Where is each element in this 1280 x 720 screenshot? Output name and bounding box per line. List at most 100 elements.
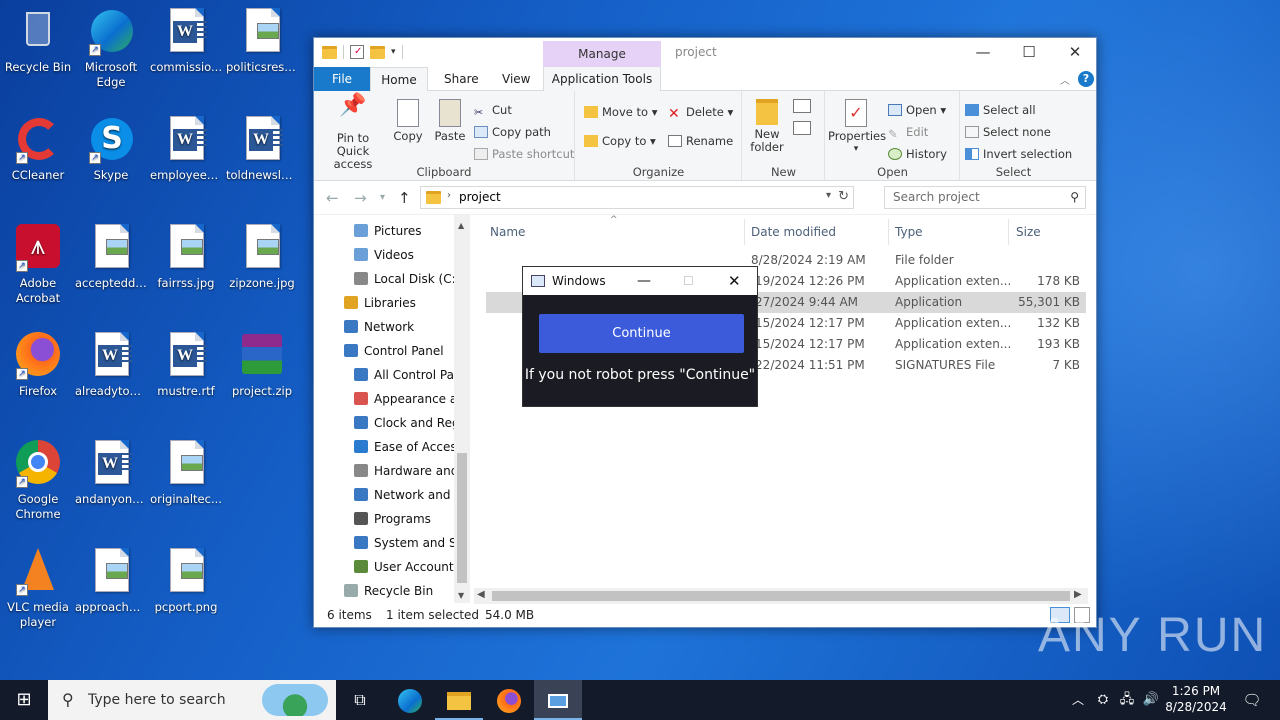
edit-button[interactable]: ✎ Edit xyxy=(888,125,928,141)
scroll-up-icon[interactable]: ▲ xyxy=(458,221,464,230)
desktop-icon-firefox[interactable]: ↗ Firefox xyxy=(0,330,76,399)
maximize-button[interactable]: ☐ xyxy=(683,267,694,295)
nav-item-control-panel[interactable]: Control Panel xyxy=(314,339,454,363)
address-bar[interactable]: › project ▾ ↻ xyxy=(420,186,854,209)
volume-icon[interactable]: 🔊 xyxy=(1140,680,1162,720)
copy-path-button[interactable]: Copy path xyxy=(474,125,551,139)
nav-item-libraries[interactable]: Libraries xyxy=(314,291,454,315)
nav-item-network-and-ir[interactable]: Network and Ir xyxy=(314,483,454,507)
desktop-icon-vlc-media-player[interactable]: ↗ VLC media player xyxy=(0,546,76,630)
breadcrumb[interactable]: project xyxy=(459,190,501,204)
collapse-ribbon-icon[interactable]: ︿ xyxy=(1060,72,1070,87)
address-dropdown-icon[interactable]: ▾ xyxy=(826,190,831,201)
forward-icon[interactable]: → xyxy=(354,189,367,207)
move-to-button[interactable]: Move to ▾ xyxy=(584,105,657,119)
desktop-icon-google-chrome[interactable]: ↗ Google Chrome xyxy=(0,438,76,522)
tab-share[interactable]: Share xyxy=(432,67,491,91)
back-icon[interactable]: ← xyxy=(326,189,339,207)
nav-item-appearance-an[interactable]: Appearance an xyxy=(314,387,454,411)
close-button[interactable]: ✕ xyxy=(728,267,741,295)
minimize-button[interactable]: — xyxy=(960,38,1006,67)
nav-item-local-disk-c[interactable]: Local Disk (C:) xyxy=(314,267,454,291)
nav-item-system-and-sec[interactable]: System and Sec xyxy=(314,531,454,555)
scroll-down-icon[interactable]: ▼ xyxy=(458,591,464,600)
desktop-icon-commissio[interactable]: Wcommissio... xyxy=(148,6,224,75)
chevron-down-icon[interactable]: ▾ xyxy=(391,47,396,57)
network-status-icon[interactable]: ⛭ xyxy=(1092,680,1114,720)
maximize-button[interactable]: ☐ xyxy=(1006,38,1052,67)
nav-item-clock-and-regi[interactable]: Clock and Regi xyxy=(314,411,454,435)
search-input[interactable]: Search project ⚲ xyxy=(884,186,1086,209)
column-header-name[interactable]: Name xyxy=(490,225,525,239)
minimize-button[interactable]: — xyxy=(637,267,651,295)
close-button[interactable]: ✕ xyxy=(1052,38,1098,67)
title-bar[interactable]: ✓ ▾ Manage project — ☐ ✕ xyxy=(314,38,1096,67)
dialog-title-bar[interactable]: Windows — ☐ ✕ xyxy=(523,267,757,295)
desktop-icon-adobe-acrobat[interactable]: ⩚ ↗ Adobe Acrobat xyxy=(0,222,76,306)
recent-chevron-icon[interactable]: ▾ xyxy=(380,192,385,203)
desktop-icon-microsoft-edge[interactable]: ↗ Microsoft Edge xyxy=(73,6,149,90)
ethernet-icon[interactable]: 🖧 xyxy=(1116,680,1138,720)
scroll-right-icon[interactable]: ▶ xyxy=(1074,589,1082,600)
navigation-pane[interactable]: Pictures Videos Local Disk (C:) Libraries Ne… xyxy=(314,215,470,603)
scroll-thumb[interactable] xyxy=(492,591,1070,601)
easy-access-icon[interactable] xyxy=(793,121,811,135)
desktop-icon-originaltec[interactable]: originaltec... xyxy=(148,438,224,507)
nav-item-programs[interactable]: Programs xyxy=(314,507,454,531)
desktop-icon-approachg[interactable]: approachg... xyxy=(73,546,149,615)
tab-home[interactable]: Home xyxy=(370,67,428,92)
column-divider[interactable] xyxy=(744,219,745,245)
new-folder-button[interactable]: New folder xyxy=(745,99,789,154)
nav-item-videos[interactable]: Videos xyxy=(314,243,454,267)
desktop-icon-andanyone[interactable]: Wandanyone... xyxy=(73,438,149,507)
select-all-button[interactable]: Select all xyxy=(965,103,1036,117)
desktop-icon-politicsreso[interactable]: politicsreso... xyxy=(224,6,300,75)
scroll-left-icon[interactable]: ◀ xyxy=(477,589,485,600)
tab-manage[interactable]: Manage xyxy=(543,41,661,67)
taskbar-active-app-icon[interactable] xyxy=(534,680,582,720)
nav-scrollbar[interactable]: ▲ ▼ xyxy=(454,215,470,603)
nav-item-user-accounts[interactable]: User Accounts xyxy=(314,555,454,579)
paste-button[interactable]: Paste xyxy=(432,99,468,143)
rename-button[interactable]: Rename xyxy=(668,134,733,148)
copy-to-button[interactable]: Copy to ▾ xyxy=(584,134,656,148)
desktop-icon-ccleaner[interactable]: ↗ CCleaner xyxy=(0,114,76,183)
desktop-icon-zipzone-jpg[interactable]: zipzone.jpg xyxy=(224,222,300,291)
desktop-icon-toldnewslet[interactable]: Wtoldnewslet... xyxy=(224,114,300,183)
breadcrumb-chevron-icon[interactable]: › xyxy=(447,190,451,201)
nav-item-pictures[interactable]: Pictures xyxy=(314,219,454,243)
taskbar-explorer-icon[interactable] xyxy=(435,680,483,720)
fake-verification-dialog[interactable]: Windows — ☐ ✕ Continue If you not robot … xyxy=(522,266,758,407)
column-divider[interactable] xyxy=(888,219,889,245)
column-header-date[interactable]: Date modified xyxy=(751,225,836,239)
desktop-icon-employeeh[interactable]: Wemployeeh... xyxy=(148,114,224,183)
nav-item-ease-of-access[interactable]: Ease of Access xyxy=(314,435,454,459)
up-icon[interactable]: ↑ xyxy=(398,189,411,207)
delete-button[interactable]: ✕ Delete ▾ xyxy=(668,105,733,121)
properties-check-icon[interactable]: ✓ xyxy=(350,45,364,59)
open-button[interactable]: Open ▾ xyxy=(888,103,946,117)
history-button[interactable]: History xyxy=(888,147,947,161)
show-hidden-icons[interactable]: ︿ xyxy=(1066,680,1090,720)
invert-selection-button[interactable]: Invert selection xyxy=(965,147,1072,161)
desktop-icon-recycle-bin[interactable]: Recycle Bin xyxy=(0,6,76,75)
tab-application-tools[interactable]: Application Tools xyxy=(543,67,661,91)
nav-item-recycle-bin[interactable]: Recycle Bin xyxy=(314,579,454,603)
taskbar-edge-icon[interactable] xyxy=(386,680,434,720)
help-icon[interactable]: ? xyxy=(1078,71,1094,87)
tab-view[interactable]: View xyxy=(490,67,542,91)
copy-button[interactable]: Copy xyxy=(390,99,426,143)
desktop-icon-fairrss-jpg[interactable]: fairrss.jpg xyxy=(148,222,224,291)
new-item-icon[interactable] xyxy=(793,99,811,113)
taskbar-firefox-icon[interactable] xyxy=(485,680,533,720)
start-button[interactable]: ⊞ xyxy=(0,680,48,720)
system-clock[interactable]: 1:26 PM 8/28/2024 xyxy=(1160,683,1232,715)
horizontal-scrollbar[interactable]: ◀ ▶ xyxy=(474,588,1088,604)
nav-item-hardware-and[interactable]: Hardware and xyxy=(314,459,454,483)
nav-item-all-control-par[interactable]: All Control Par xyxy=(314,363,454,387)
desktop-icon-project-zip[interactable]: project.zip xyxy=(224,330,300,399)
continue-button[interactable]: Continue xyxy=(539,314,744,353)
column-header-size[interactable]: Size xyxy=(1016,225,1041,239)
pin-quick-access-button[interactable]: 📌 Pin to Quick access xyxy=(320,95,386,171)
refresh-icon[interactable]: ↻ xyxy=(838,189,849,204)
